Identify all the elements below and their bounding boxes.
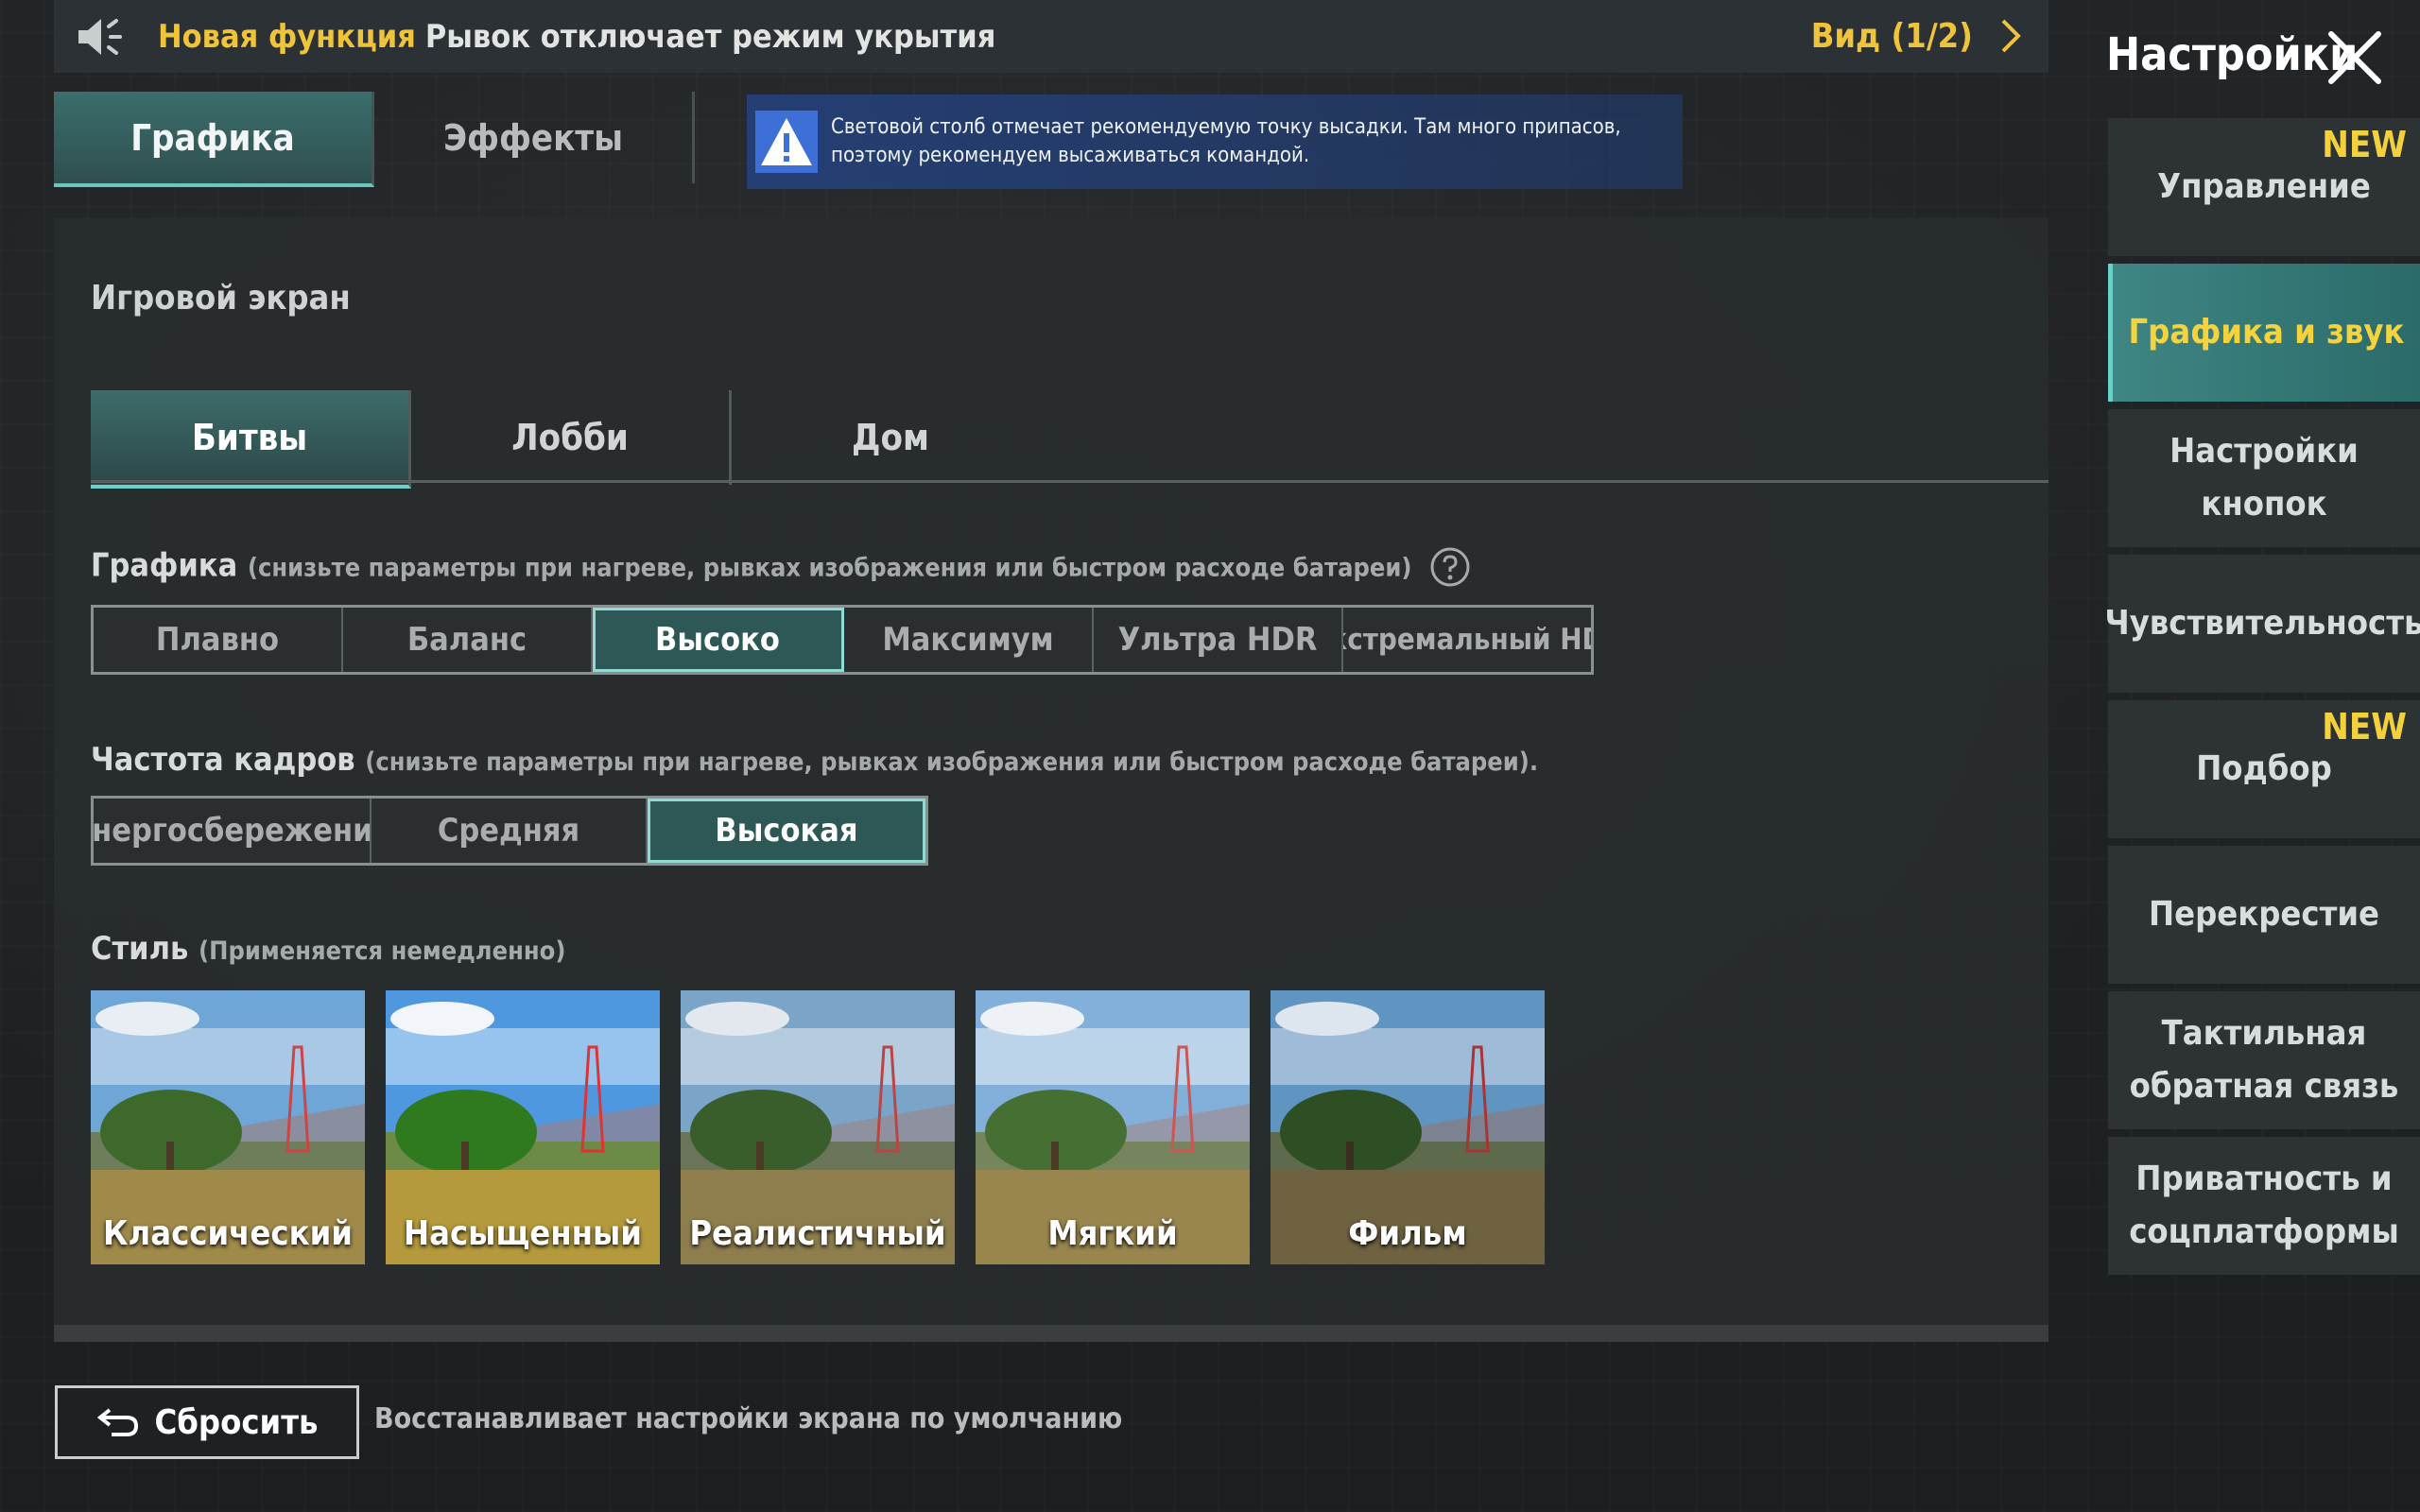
tab-home[interactable]: Дом: [732, 390, 1049, 485]
tab-lobby[interactable]: Лобби: [411, 390, 732, 485]
undo-icon: [96, 1408, 138, 1436]
graphics-option-max[interactable]: Максимум: [844, 608, 1094, 672]
warning-icon: [755, 111, 818, 173]
frame-rate-note: (снизьте параметры при нагреве, рывках и…: [365, 747, 1539, 777]
sidebar-item-button-settings[interactable]: Настройки кнопок: [2108, 409, 2420, 547]
sidebar-item-label: Перекрестие: [2148, 895, 2380, 934]
settings-title: Настройки: [2106, 28, 2359, 81]
sidebar-item-privacy[interactable]: Приватность и соцплатформы: [2108, 1137, 2420, 1275]
sidebar-item-graphics-sound[interactable]: Графика и звук: [2108, 264, 2420, 402]
graphics-label: Графика: [91, 546, 238, 585]
notice-tag: Новая функция: [158, 17, 416, 56]
frame-rate-title: Частота кадров (снизьте параметры при на…: [91, 741, 1538, 779]
graphics-option-high[interactable]: Высоко: [593, 608, 844, 672]
tab-battles[interactable]: Битвы: [91, 390, 411, 489]
sidebar-item-haptic-feedback[interactable]: Тактильная обратная связь: [2108, 991, 2420, 1129]
graphics-option-extreme-hdr[interactable]: Экстремальный HDR: [1343, 608, 1591, 672]
tab-graphics[interactable]: Графика: [54, 92, 374, 187]
speaker-icon: [78, 18, 122, 55]
style-options: Классический Насыщенный Реалистичный Мяг…: [91, 990, 1545, 1264]
graphics-option-balanced[interactable]: Баланс: [343, 608, 593, 672]
sidebar-item-label: Тактильная обратная связь: [2129, 1014, 2399, 1106]
graphics-option-smooth[interactable]: Плавно: [94, 608, 343, 672]
game-screen-tabs: Битвы Лобби Дом: [91, 390, 1049, 489]
view-page-label[interactable]: Вид (1/2): [1811, 17, 1973, 56]
style-label: Мягкий: [1047, 1214, 1178, 1253]
new-badge: NEW: [2322, 124, 2407, 165]
hint-banner: Световой столб отмечает рекомендуемую то…: [747, 94, 1683, 189]
graphics-option-ultra-hdr[interactable]: Ультра HDR: [1094, 608, 1343, 672]
new-badge: NEW: [2322, 706, 2407, 747]
style-label: Фильм: [1348, 1214, 1467, 1253]
style-label: Реалистичный: [689, 1214, 946, 1253]
settings-sidebar: NEW Управление Графика и звук Настройки …: [2104, 118, 2420, 1282]
sidebar-item-crosshair[interactable]: Перекрестие: [2108, 846, 2420, 984]
style-option-film[interactable]: Фильм: [1270, 990, 1545, 1264]
graphics-quality-selector: Плавно Баланс Высоко Максимум Ультра HDR…: [91, 605, 1594, 675]
reset-label: Сбросить: [154, 1402, 319, 1442]
sidebar-item-label: Приватность и соцплатформы: [2129, 1160, 2399, 1251]
notification-bar[interactable]: Новая функция Рывок отключает режим укры…: [54, 0, 2048, 73]
close-icon[interactable]: [2324, 26, 2386, 89]
frame-rate-label: Частота кадров: [91, 741, 355, 779]
main-tabs: Графика Эффекты: [54, 92, 695, 187]
style-option-saturated[interactable]: Насыщенный: [386, 990, 660, 1264]
graphics-note: (снизьте параметры при нагреве, рывках и…: [247, 553, 1412, 583]
graphics-title: Графика (снизьте параметры при нагреве, …: [91, 546, 1471, 588]
sidebar-item-label: Подбор: [2196, 749, 2332, 788]
style-label: Насыщенный: [404, 1214, 642, 1253]
panel-divider: [54, 1325, 2048, 1342]
help-icon[interactable]: [1429, 546, 1471, 588]
frame-rate-selector: Энергосбережение Средняя Высокая: [91, 796, 928, 866]
reset-button[interactable]: Сбросить: [55, 1385, 359, 1459]
style-note: (Применяется немедленно): [199, 936, 566, 966]
sidebar-item-sensitivity[interactable]: Чувствительность: [2104, 555, 2420, 693]
sidebar-item-label: Чувствительность: [2104, 604, 2420, 643]
style-option-classic[interactable]: Классический: [91, 990, 365, 1264]
section-title-game-screen: Игровой экран: [91, 279, 351, 318]
tabs-underline: [91, 480, 2048, 483]
sidebar-item-pickup[interactable]: NEW Подбор: [2108, 700, 2420, 838]
frame-rate-option-power-saving[interactable]: Энергосбережение: [94, 799, 372, 863]
hint-text: Световой столб отмечает рекомендуемую то…: [831, 115, 1621, 167]
style-label: Классический: [103, 1214, 353, 1253]
style-label: Стиль: [91, 930, 189, 968]
notice-text: Рывок отключает режим укрытия: [424, 17, 996, 56]
sidebar-item-controls[interactable]: NEW Управление: [2108, 118, 2420, 256]
style-option-soft[interactable]: Мягкий: [976, 990, 1250, 1264]
frame-rate-option-medium[interactable]: Средняя: [372, 799, 648, 863]
chevron-right-icon[interactable]: [1992, 17, 2030, 55]
frame-rate-option-high[interactable]: Высокая: [648, 799, 925, 863]
sidebar-item-label: Настройки кнопок: [2169, 432, 2359, 524]
reset-description: Восстанавливает настройки экрана по умол…: [374, 1402, 1123, 1435]
tab-effects[interactable]: Эффекты: [374, 92, 695, 183]
style-title: Стиль (Применяется немедленно): [91, 930, 565, 968]
sidebar-item-label: Графика и звук: [2128, 313, 2405, 352]
style-option-realistic[interactable]: Реалистичный: [681, 990, 955, 1264]
